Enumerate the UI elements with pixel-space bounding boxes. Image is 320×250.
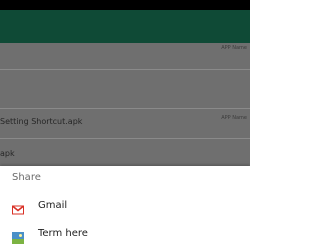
list-item-tag: APP Name <box>221 115 247 121</box>
screen: APP Name Setting Shortcut.apk APP Name a… <box>0 0 250 250</box>
list-item-title: Setting Shortcut.apk <box>0 117 83 126</box>
share-sheet: Share Gmail Term here <box>0 166 250 250</box>
list-item[interactable]: Setting Shortcut.apk APP Name <box>0 109 250 139</box>
list-item[interactable]: apk <box>0 139 250 169</box>
share-option-label: Gmail <box>38 200 68 211</box>
list-item[interactable] <box>0 70 250 109</box>
status-bar <box>0 0 250 10</box>
app-bar <box>0 10 250 43</box>
list-item-title: apk <box>0 149 15 158</box>
share-option-term-here[interactable]: Term here <box>0 222 250 248</box>
share-option-label: Term here <box>38 228 88 239</box>
share-sheet-title: Share <box>12 172 41 183</box>
share-option-gmail[interactable]: Gmail <box>0 194 250 220</box>
list-item[interactable]: APP Name <box>0 43 250 70</box>
gmail-icon <box>12 201 24 215</box>
list-item-tag: APP Name <box>221 45 247 51</box>
term-here-icon <box>12 229 24 244</box>
